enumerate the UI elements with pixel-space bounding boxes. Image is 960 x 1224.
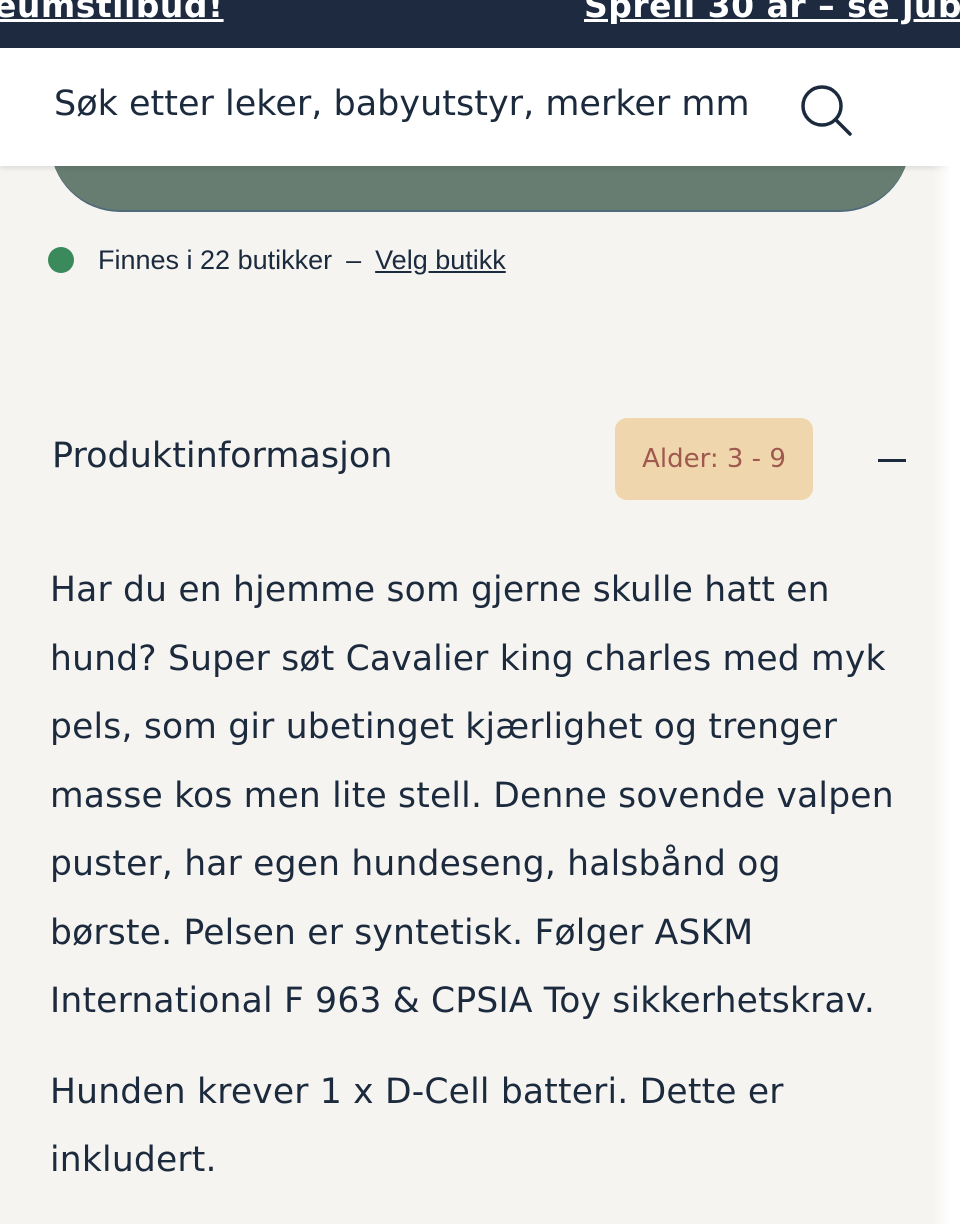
- search-input[interactable]: Søk etter leker, babyutstyr, merker mm: [54, 84, 750, 124]
- age-badge: Alder: 3 - 9: [615, 418, 813, 500]
- minus-icon[interactable]: [878, 459, 906, 462]
- product-info-title: Produktinformasjon: [52, 436, 393, 476]
- product-info-header[interactable]: Produktinformasjon Alder: 3 - 9: [52, 418, 912, 500]
- choose-store-link[interactable]: Velg butikk: [375, 245, 506, 276]
- description-paragraph: Har du en hjemme som gjerne skulle hatt …: [50, 570, 894, 1021]
- promo-link-anniversary[interactable]: Sprell 30 år – se jubile: [584, 0, 960, 25]
- in-stock-dot-icon: [48, 247, 74, 273]
- product-description: Har du en hjemme som gjerne skulle hatt …: [50, 556, 910, 1217]
- separator: –: [346, 244, 362, 275]
- store-availability: Finnes i 22 butikker – Velg butikk: [48, 242, 506, 278]
- product-page: eumstilbud! Sprell 30 år – se jubile Søk…: [0, 0, 960, 1224]
- promo-link-offers[interactable]: eumstilbud!: [0, 0, 224, 25]
- search-icon[interactable]: [798, 82, 854, 138]
- description-paragraph: Hunden krever 1 x D-Cell batteri. Dette …: [50, 1071, 784, 1181]
- promo-banner: eumstilbud! Sprell 30 år – se jubile: [0, 0, 960, 48]
- scroll-edge: [932, 48, 960, 1224]
- availability-text: Finnes i 22 butikker: [98, 244, 333, 275]
